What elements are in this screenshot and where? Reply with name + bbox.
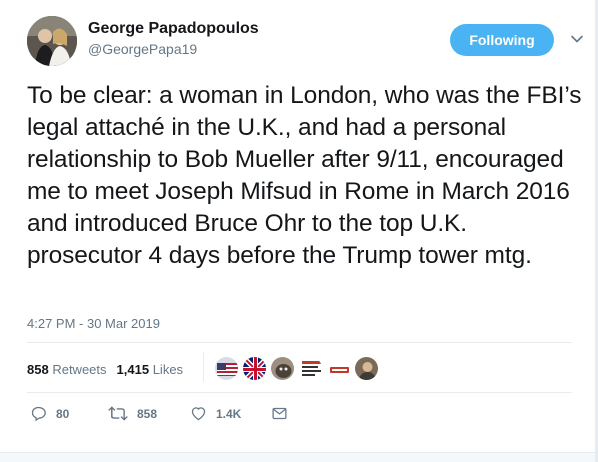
- author-avatar[interactable]: [27, 16, 77, 66]
- chevron-down-icon[interactable]: [569, 31, 585, 47]
- text-logo-avatar[interactable]: [298, 356, 323, 381]
- retweets-count: 858: [27, 362, 49, 377]
- reply-count: 80: [56, 406, 70, 421]
- animal-avatar[interactable]: [270, 356, 295, 381]
- divider: [27, 392, 572, 393]
- flag-avatar-1[interactable]: [214, 356, 239, 381]
- envelope-icon: [271, 405, 288, 422]
- reply-button[interactable]: 80: [30, 405, 69, 422]
- tweet-text: To be clear: a woman in London, who was …: [27, 82, 582, 269]
- author-name[interactable]: George Papadopoulos: [88, 20, 259, 38]
- following-button[interactable]: Following: [450, 24, 554, 56]
- tweet-timestamp[interactable]: 4:27 PM - 30 Mar 2019: [27, 316, 160, 331]
- heart-icon: [190, 405, 207, 422]
- tweet-card: George Papadopoulos @GeorgePapa19 Follow…: [0, 0, 598, 462]
- tweet-stats: 858 Retweets 1,415 Likes: [27, 362, 183, 377]
- likes-count: 1,415: [116, 362, 150, 377]
- person-avatar[interactable]: [354, 356, 379, 381]
- retweets-stat[interactable]: 858 Retweets: [27, 362, 107, 377]
- like-count: 1.4K: [216, 406, 242, 421]
- flag-avatar-2[interactable]: [242, 356, 267, 381]
- likes-label: Likes: [152, 362, 184, 377]
- stats-separator: [203, 352, 204, 382]
- retweet-icon: [108, 405, 128, 422]
- reply-icon: [30, 405, 47, 422]
- retweet-button[interactable]: 858: [108, 405, 157, 422]
- tweet-actions: 80 858 1.4K: [30, 405, 310, 425]
- divider: [27, 342, 572, 343]
- bottom-bar: [0, 452, 598, 462]
- like-button[interactable]: 1.4K: [190, 405, 241, 422]
- wto-logo-avatar[interactable]: [326, 356, 351, 381]
- retweet-count: 858: [137, 406, 158, 421]
- author-handle[interactable]: @GeorgePapa19: [88, 41, 197, 57]
- retweets-label: Retweets: [52, 362, 107, 377]
- direct-message-button[interactable]: [271, 405, 288, 422]
- likes-stat[interactable]: 1,415 Likes: [117, 362, 184, 377]
